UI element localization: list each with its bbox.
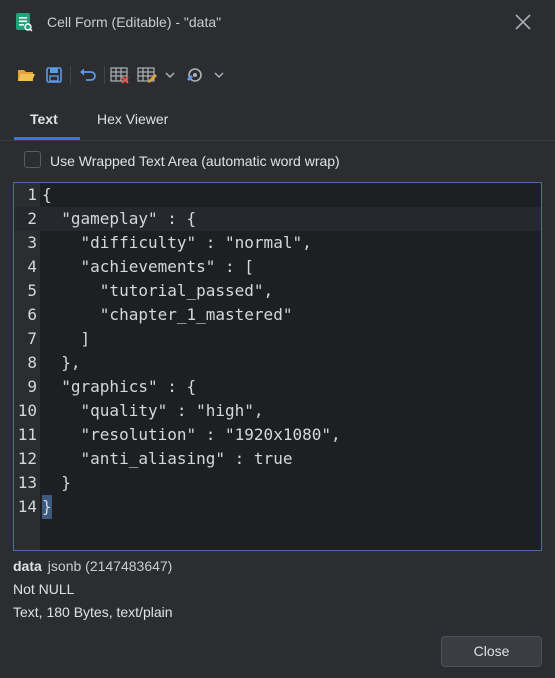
toolbar	[0, 60, 555, 90]
column-type: jsonb (2147483647)	[47, 558, 173, 574]
active-tab-indicator	[14, 137, 80, 140]
line-number: 6	[27, 305, 37, 324]
line-number: 5	[27, 281, 37, 300]
code-text: "resolution" : "1920x1080",	[42, 425, 341, 444]
line-number: 3	[27, 233, 37, 252]
line-number: 9	[27, 377, 37, 396]
line-number: 13	[17, 473, 37, 492]
code-text: "tutorial_passed",	[42, 281, 274, 300]
code-line: 10 "quality" : "high",	[14, 399, 541, 423]
wrap-checkbox-label[interactable]: Use Wrapped Text Area (automatic word wr…	[50, 153, 340, 169]
column-name: data	[13, 558, 42, 574]
code-text: "gameplay" : {	[42, 209, 197, 228]
line-number: 8	[27, 353, 37, 372]
line-number: 7	[27, 329, 37, 348]
code-line: 1 {	[14, 183, 541, 207]
wrap-checkbox[interactable]	[24, 151, 41, 168]
code-text: ]	[42, 329, 91, 348]
code-text: }	[42, 473, 71, 492]
close-icon[interactable]	[512, 11, 534, 33]
toolbar-separator	[104, 66, 105, 84]
close-button[interactable]: Close	[441, 636, 542, 667]
line-number: 11	[17, 425, 37, 444]
grid-delete-icon[interactable]	[110, 65, 130, 85]
code-line: 12 "anti_aliasing" : true	[14, 447, 541, 471]
revert-icon[interactable]	[78, 65, 98, 85]
code-line: 5 "tutorial_passed",	[14, 279, 541, 303]
chevron-down-icon[interactable]	[212, 65, 226, 85]
datagrip-form-icon	[15, 12, 33, 32]
save-icon[interactable]	[44, 65, 64, 85]
chevron-down-icon[interactable]	[163, 65, 177, 85]
code-text: "difficulty" : "normal",	[42, 233, 312, 252]
code-line: 6 "chapter_1_mastered"	[14, 303, 541, 327]
code-line: 13 }	[14, 471, 541, 495]
tab-bar: Text Hex Viewer	[0, 104, 555, 141]
line-number: 12	[17, 449, 37, 468]
line-number: 2	[27, 209, 37, 228]
code-text: "achievements" : [	[42, 257, 254, 276]
code-line: 9 "graphics" : {	[14, 375, 541, 399]
open-folder-icon[interactable]	[16, 65, 36, 85]
line-number: 1	[27, 185, 37, 204]
code-text: "anti_aliasing" : true	[42, 449, 293, 468]
tab-hex-viewer[interactable]: Hex Viewer	[97, 111, 168, 127]
code-line: 8 },	[14, 351, 541, 375]
toolbar-separator	[70, 66, 71, 84]
column-name-row: data jsonb (2147483647)	[13, 558, 172, 574]
code-text: "chapter_1_mastered"	[42, 305, 293, 324]
code-line: 11 "resolution" : "1920x1080",	[14, 423, 541, 447]
title-bar: Cell Form (Editable) - "data"	[0, 0, 555, 44]
code-line: 4 "achievements" : [	[14, 255, 541, 279]
text-editor[interactable]: 1 { 2 "gameplay" : { 3 "difficulty" : "n…	[13, 182, 542, 551]
column-nullability: Not NULL	[13, 581, 75, 597]
code-line: 14 }	[14, 495, 541, 519]
grid-edit-icon[interactable]	[137, 65, 157, 85]
line-number: 4	[27, 257, 37, 276]
tools-icon[interactable]	[184, 65, 204, 85]
line-number: 14	[17, 497, 37, 516]
code-line: 3 "difficulty" : "normal",	[14, 231, 541, 255]
code-line: 2 "gameplay" : {	[14, 207, 541, 231]
code-text: {	[42, 185, 52, 204]
code-line: 7 ]	[14, 327, 541, 351]
window-title: Cell Form (Editable) - "data"	[47, 14, 222, 30]
column-details: Text, 180 Bytes, text/plain	[13, 604, 173, 620]
code-text: },	[42, 353, 81, 372]
code-text: "graphics" : {	[42, 377, 197, 396]
code-text: }	[42, 495, 52, 519]
line-number: 10	[17, 401, 37, 420]
tab-text[interactable]: Text	[30, 111, 58, 127]
code-text: "quality" : "high",	[42, 401, 264, 420]
